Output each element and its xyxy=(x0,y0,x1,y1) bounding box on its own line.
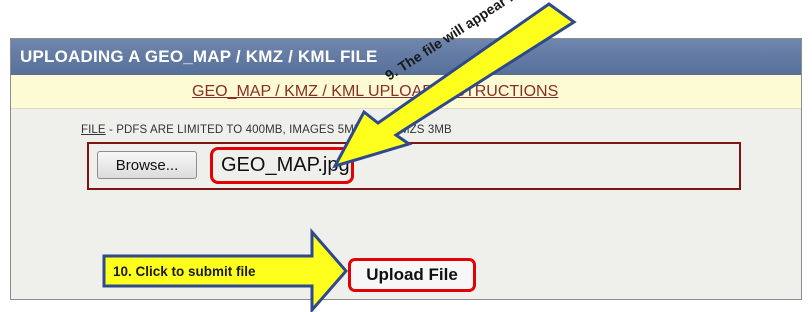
step10-annotation: 10. Click to submit file xyxy=(113,264,256,279)
